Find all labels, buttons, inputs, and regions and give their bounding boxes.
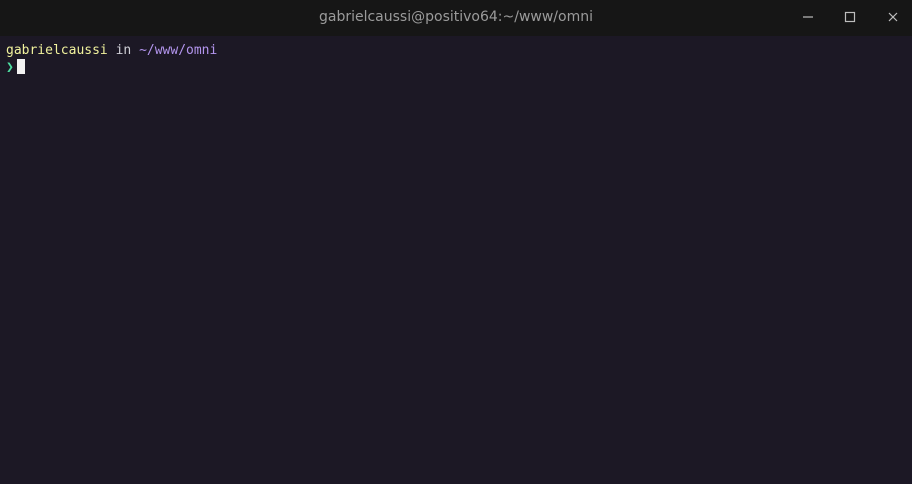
- prompt-path: ~/www/omni: [139, 43, 218, 58]
- terminal-window: gabrielcaussi@positivo64:~/www/omni gabr…: [0, 0, 912, 484]
- maximize-icon: [844, 11, 856, 23]
- prompt-symbol: ❯: [6, 60, 14, 75]
- minimize-button[interactable]: [796, 6, 820, 28]
- terminal-area[interactable]: gabrielcaussi in ~/www/omni ❯: [0, 36, 912, 484]
- window-title: gabrielcaussi@positivo64:~/www/omni: [318, 9, 593, 25]
- prompt-separator: in: [107, 43, 140, 58]
- text-cursor: [16, 59, 25, 74]
- command-line[interactable]: ❯: [6, 59, 25, 76]
- minimize-icon: [803, 16, 813, 18]
- title-bar[interactable]: gabrielcaussi@positivo64:~/www/omni: [0, 0, 912, 36]
- prompt-user: gabrielcaussi: [6, 43, 108, 58]
- close-button[interactable]: [881, 6, 905, 28]
- close-icon: [888, 12, 898, 22]
- prompt-info-line: gabrielcaussi in ~/www/omni: [6, 43, 217, 59]
- maximize-button[interactable]: [838, 6, 862, 28]
